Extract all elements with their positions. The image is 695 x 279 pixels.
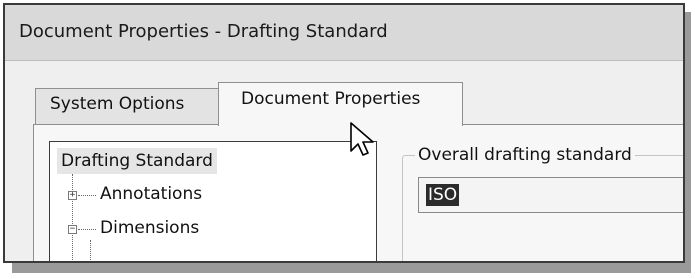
group-label-overall-drafting-standard: Overall drafting standard xyxy=(415,145,635,165)
options-tree[interactable]: Drafting Standard + Annotations − Dimens… xyxy=(49,141,377,261)
dialog-title: Document Properties - Drafting Standard xyxy=(19,21,388,42)
window-shadow-right xyxy=(685,12,691,273)
tree-connector-line xyxy=(78,229,96,230)
title-bar[interactable]: Document Properties - Drafting Standard xyxy=(5,5,683,61)
tree-connector-line xyxy=(72,174,73,261)
expand-plus-icon[interactable]: + xyxy=(68,191,77,200)
tab-system-options-label: System Options xyxy=(50,94,185,114)
window-shadow-bottom xyxy=(12,263,690,273)
drafting-standard-dropdown[interactable]: ISO xyxy=(418,177,683,213)
tab-system-options[interactable]: System Options xyxy=(35,88,220,124)
drafting-standard-selected-value: ISO xyxy=(426,184,460,206)
tree-connector-line xyxy=(90,240,91,261)
tab-document-properties-label: Document Properties xyxy=(241,89,421,109)
arrow-cursor-icon xyxy=(350,122,374,156)
tree-connector-line xyxy=(78,195,96,196)
tree-item-dimensions[interactable]: Dimensions xyxy=(100,216,199,240)
document-properties-dialog: Document Properties - Drafting Standard … xyxy=(3,3,685,263)
collapse-minus-icon[interactable]: − xyxy=(68,225,77,234)
tree-item-annotations[interactable]: Annotations xyxy=(100,182,202,206)
tab-document-properties[interactable]: Document Properties xyxy=(218,82,463,126)
tree-item-drafting-standard[interactable]: Drafting Standard xyxy=(57,148,217,174)
